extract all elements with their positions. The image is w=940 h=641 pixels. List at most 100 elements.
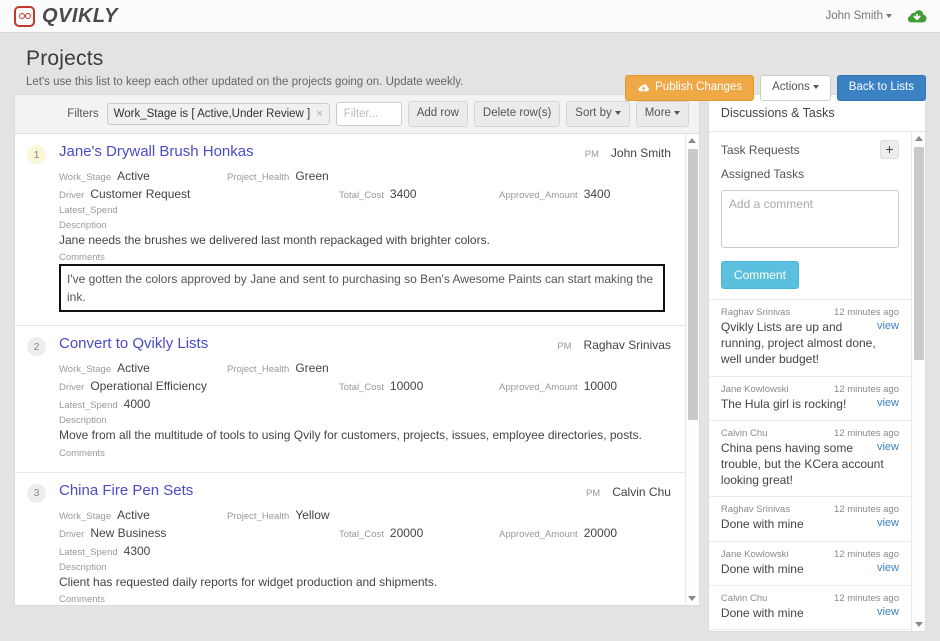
comment-body: view Done with mine	[720, 605, 899, 620]
latest-spend-label: Latest_Spend	[59, 205, 118, 216]
close-icon[interactable]: ×	[316, 108, 322, 120]
infinity-logo-icon	[14, 5, 35, 27]
project-health-label: Project_Health	[227, 364, 290, 376]
comment-item: Calvin Chu 12 minutes ago view Done with mi…	[708, 584, 911, 629]
comment-timestamp: 12 minutes ago	[834, 307, 899, 318]
user-menu[interactable]: John Smith	[825, 10, 892, 22]
description-label: Description	[59, 561, 107, 573]
actions-dropdown-button[interactable]: Actions	[760, 75, 831, 101]
comment-author: Jane Kowlowski	[720, 383, 789, 395]
project-row[interactable]: 3 China Fire Pen Sets PM Calvin Chu Work_Sta…	[15, 473, 685, 605]
list-toolbar: Filters Work_Stage is [ Active,Under Rev…	[15, 95, 699, 133]
more-label: More	[644, 107, 671, 120]
pm-value[interactable]: Raghav Srinivas	[584, 338, 671, 352]
task-requests-link[interactable]: Task Requests	[721, 143, 800, 157]
project-health-label: Project_Health	[227, 510, 290, 522]
comment-timestamp: 12 minutes ago	[834, 548, 899, 560]
row-number-badge: 3	[27, 483, 46, 503]
latest-spend-value[interactable]: 4300	[124, 544, 151, 558]
comment-button[interactable]: Comment	[720, 261, 799, 289]
pm-value[interactable]: John Smith	[611, 146, 671, 160]
list-scrollbar[interactable]	[684, 134, 699, 605]
work-stage-label: Work_Stage	[59, 364, 112, 376]
scrollbar-track[interactable]	[912, 145, 925, 618]
comment-body: view Done with mine	[720, 561, 899, 576]
sidebar-scrollbar[interactable]	[911, 132, 925, 631]
add-comment-input[interactable]	[720, 190, 899, 248]
work-stage-value[interactable]: Active	[117, 508, 150, 522]
description-label: Description	[59, 220, 107, 231]
scrollbar-thumb[interactable]	[914, 147, 924, 360]
pm-value[interactable]: Calvin Chu	[612, 485, 671, 499]
driver-value[interactable]: New Business	[90, 526, 166, 540]
cloud-upload-icon	[637, 82, 650, 93]
description-value[interactable]: Jane needs the brushes we delivered last…	[59, 232, 671, 249]
project-row[interactable]: 2 Convert to Qvikly Lists PM Raghav Sriniva…	[15, 326, 685, 473]
view-comment-link[interactable]: view	[877, 561, 899, 576]
discussions-header: Discussions & Tasks	[708, 95, 925, 132]
comment-timestamp: 12 minutes ago	[834, 504, 899, 516]
project-title-link[interactable]: Convert to Qvikly Lists	[59, 335, 208, 354]
approved-amount-value[interactable]: 3400	[584, 187, 611, 201]
scroll-up-icon[interactable]	[688, 134, 697, 147]
add-row-button[interactable]: Add row	[407, 101, 468, 127]
comment-author: Raghav Srinivas	[720, 504, 791, 516]
back-to-lists-button[interactable]: Back to Lists	[836, 75, 926, 101]
project-title-link[interactable]: Jane's Drywall Brush Honkas	[59, 143, 254, 162]
filter-chip[interactable]: Work_Stage is [ Active,Under Review ] ×	[106, 103, 330, 125]
comment-author: Jane Kowlowski	[720, 548, 789, 560]
comments-label: Comments	[59, 252, 105, 264]
total-cost-value[interactable]: 10000	[390, 379, 423, 393]
description-value[interactable]: Move from all the multitude of tools to …	[59, 427, 671, 444]
latest-spend-value[interactable]: 4000	[124, 397, 151, 411]
plus-icon[interactable]: +	[880, 140, 899, 159]
project-health-value[interactable]: Yellow	[295, 508, 329, 522]
view-comment-link[interactable]: view	[877, 516, 899, 531]
project-health-label: Project_Health	[227, 172, 290, 183]
approved-amount-value[interactable]: 10000	[584, 379, 617, 393]
driver-value[interactable]: Operational Efficiency	[90, 379, 207, 393]
scroll-down-icon[interactable]	[914, 618, 923, 631]
work-stage-value[interactable]: Active	[117, 361, 150, 375]
scrollbar-track[interactable]	[686, 147, 699, 592]
filter-input[interactable]	[335, 102, 402, 126]
brand-logo[interactable]: QVIKLY	[14, 5, 118, 28]
view-comment-link[interactable]: view	[877, 396, 899, 411]
approved-amount-label: Approved_Amount	[499, 528, 578, 540]
view-comment-link[interactable]: view	[877, 605, 899, 620]
comment-author: Calvin Chu	[720, 427, 768, 439]
total-cost-value[interactable]: 20000	[390, 526, 423, 540]
delete-rows-button[interactable]: Delete row(s)	[473, 101, 561, 127]
view-comment-link[interactable]: view	[877, 440, 899, 455]
total-cost-value[interactable]: 3400	[390, 187, 417, 201]
project-health-value[interactable]: Green	[295, 361, 328, 375]
comments-value[interactable]: I've gotten the colors approved by Jane …	[59, 264, 665, 313]
comment-author: Raghav Srinivas	[720, 307, 791, 318]
comment-list: Raghav Srinivas 12 minutes ago view Qvikly …	[708, 299, 911, 631]
view-comment-link[interactable]: view	[877, 319, 899, 334]
project-row[interactable]: 1 Jane's Drywall Brush Honkas PM John Smith…	[15, 134, 685, 327]
brand-name: QVIKLY	[42, 4, 118, 27]
comments-label: Comments	[59, 447, 105, 459]
work-stage-value[interactable]: Active	[117, 169, 150, 183]
description-value[interactable]: Client has requested daily reports for w…	[59, 574, 671, 591]
project-title-link[interactable]: China Fire Pen Sets	[59, 482, 193, 501]
pm-label: PM	[584, 149, 599, 160]
scrollbar-thumb[interactable]	[687, 149, 698, 421]
scroll-up-icon[interactable]	[914, 132, 923, 145]
work-stage-label: Work_Stage	[59, 510, 112, 522]
comment-body: view China pens having some trouble, but …	[720, 440, 899, 488]
comment-item: Calvin Chu 12 minutes ago view China pens h…	[708, 419, 911, 497]
more-button[interactable]: More	[635, 101, 689, 127]
sort-by-button[interactable]: Sort by	[566, 101, 630, 127]
cloud-download-icon[interactable]	[906, 6, 928, 26]
page-layout: Filters Work_Stage is [ Active,Under Rev…	[0, 94, 940, 632]
approved-amount-value[interactable]: 20000	[584, 526, 617, 540]
comment-timestamp: 12 minutes ago	[834, 383, 899, 395]
sort-by-label: Sort by	[575, 107, 612, 120]
assigned-tasks-link[interactable]: Assigned Tasks	[721, 167, 804, 181]
publish-changes-button[interactable]: Publish Changes	[625, 75, 755, 101]
driver-value[interactable]: Customer Request	[90, 187, 190, 201]
scroll-down-icon[interactable]	[688, 592, 697, 605]
project-health-value[interactable]: Green	[295, 169, 328, 183]
